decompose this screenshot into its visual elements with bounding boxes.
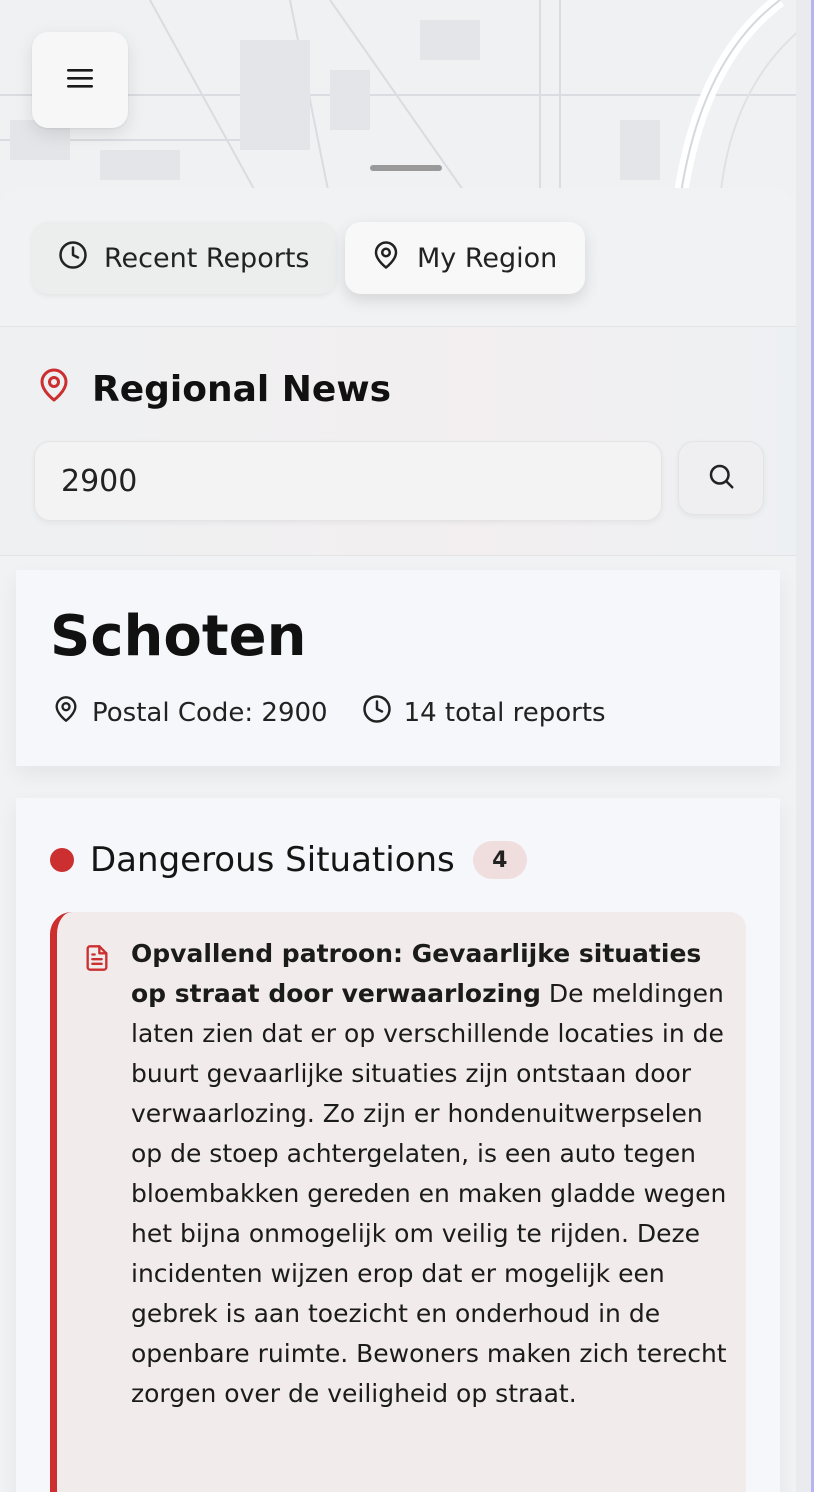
total-reports-label: 14 total reports [403,697,606,728]
report-item[interactable]: Opvallend patroon: Gevaarlijke situaties… [50,912,746,1492]
postal-code-info: Postal Code: 2900 [52,694,328,731]
total-reports-info: 14 total reports [362,694,606,731]
report-body: De meldingen laten zien dat er op versch… [131,979,727,1408]
map-edge [796,0,814,1492]
postal-code-search-input[interactable] [34,441,662,521]
clock-icon [58,240,88,277]
regional-news-panel: Regional News [0,326,796,556]
postal-code-label: Postal Code: 2900 [92,697,328,728]
regional-news-title: Regional News [92,369,392,410]
bottom-sheet: Recent Reports My Region Regional News S… [0,188,796,1492]
menu-button[interactable] [32,32,128,128]
category-card-dangerous-situations: Dangerous Situations 4 Opvallend patroon… [16,798,780,1492]
report-text: Opvallend patroon: Gevaarlijke situaties… [131,934,731,1414]
search-button[interactable] [678,441,764,515]
regional-news-heading: Regional News [36,365,391,414]
map-pin-icon [371,240,401,277]
tab-label: Recent Reports [104,242,310,274]
category-color-dot [50,848,74,872]
map-pin-icon [36,365,72,414]
category-count-badge: 4 [472,841,527,879]
hamburger-menu-icon [67,67,93,93]
tab-my-region[interactable]: My Region [345,222,585,294]
tab-label: My Region [417,242,558,274]
clock-icon [362,694,392,731]
location-meta: Postal Code: 2900 14 total reports [52,694,640,731]
search-icon [706,461,736,495]
sheet-drag-handle[interactable] [370,165,442,171]
tab-recent-reports[interactable]: Recent Reports [32,222,336,294]
map-pin-icon [52,694,80,731]
town-name: Schoten [50,604,307,669]
category-title: Dangerous Situations [90,840,455,880]
category-header: Dangerous Situations 4 [50,840,527,880]
location-summary-card: Schoten Postal Code: 2900 14 total repor… [16,570,780,766]
document-icon [83,942,111,978]
